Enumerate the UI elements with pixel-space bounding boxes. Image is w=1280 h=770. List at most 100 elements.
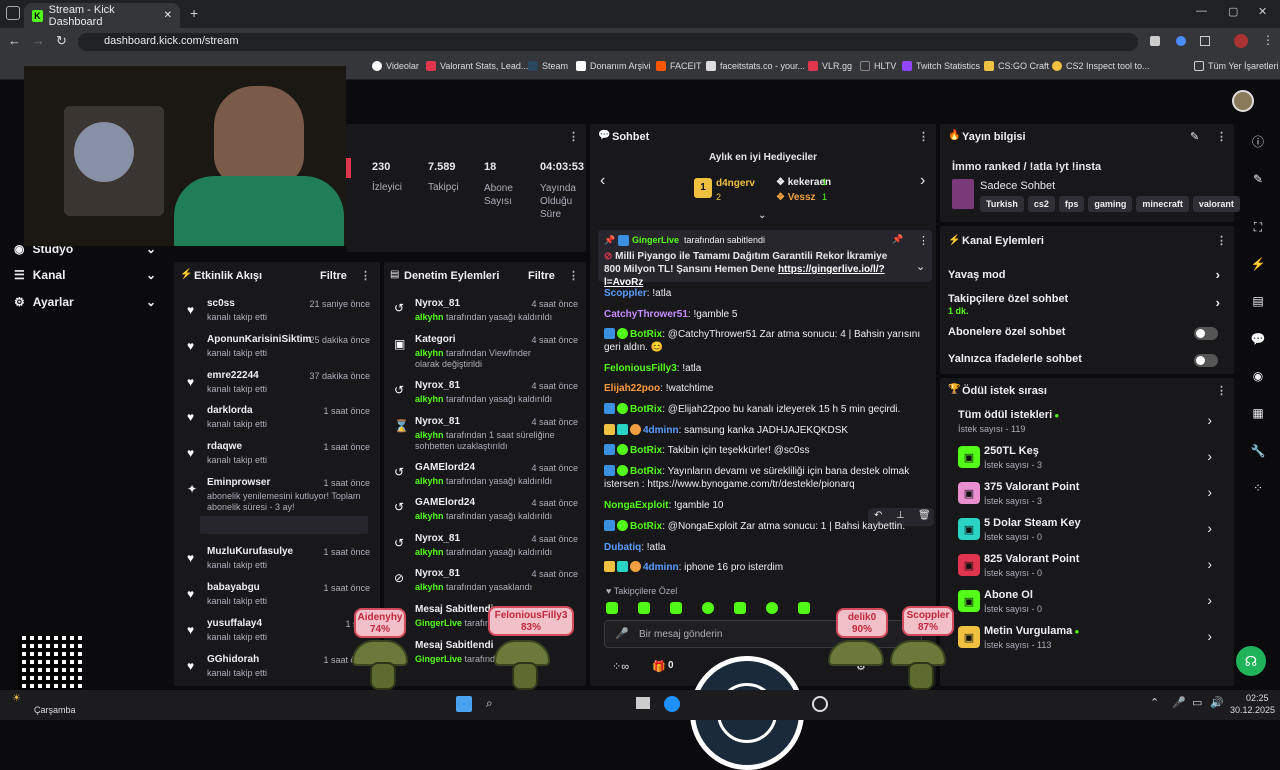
chevron-up-icon[interactable]: ⌃ [1150,696,1159,709]
profile-avatar[interactable] [1234,34,1248,48]
slow-mode-row[interactable]: Yavaş mod › [948,267,1230,283]
browser-menu-icon[interactable]: ⋮ [1262,33,1274,47]
unpin-icon[interactable]: 📌 [892,234,903,245]
support-headset-icon[interactable]: ☊ [1236,646,1266,676]
emote-icon[interactable] [798,602,810,614]
bookmark-item[interactable]: HLTV [860,61,896,71]
tag-language[interactable]: Turkish [980,196,1024,212]
moderation-target[interactable]: Nyrox_81 [415,298,460,309]
activity-user[interactable]: darklorda [207,405,253,416]
clock-time[interactable]: 02:25 [1246,693,1269,703]
infinity-icon[interactable]: ⁘∞ [612,660,629,673]
moderation-filter-button[interactable]: Filtre [528,270,555,282]
moderation-target[interactable]: Nyrox_81 [415,533,460,544]
chat-username[interactable]: NongaExploit [604,500,668,511]
tag[interactable]: fps [1058,196,1085,212]
activity-user[interactable]: emre22244 [207,370,259,381]
reward-item[interactable]: ▣ 250TL Keş İstek sayısı - 3 › [956,442,1220,476]
subs-chat-toggle[interactable] [1194,327,1218,340]
more-icon[interactable]: ⋮ [360,269,371,282]
moderation-target[interactable]: Nyrox_81 [415,568,460,579]
activity-filter-button[interactable]: Filtre [320,270,347,282]
category-name[interactable]: Sadece Sohbet [980,180,1055,192]
chevron-down-icon[interactable]: ⌄ [758,210,766,221]
chat-icon[interactable]: 💬 [1245,326,1271,352]
activity-user[interactable]: Eminprowser [207,477,270,488]
moderator-name[interactable]: GingerLive [415,654,462,664]
more-icon[interactable]: ⋮ [568,269,579,282]
users-icon[interactable]: ⁘ [1245,475,1271,501]
pinned-by-user[interactable]: GingerLive [632,235,679,245]
moderation-target[interactable]: Kategori [415,334,456,345]
emote-icon[interactable] [670,602,682,614]
reward-item[interactable]: ▣ 5 Dolar Steam Key İstek sayısı - 0 › [956,514,1220,548]
chat-username[interactable]: BotRix [630,445,662,456]
activity-user[interactable]: babayabgu [207,582,260,593]
activity-user[interactable]: AponunKarisiniSiktim [207,334,311,345]
broadcast-icon[interactable]: ◉ [1245,363,1271,389]
document-icon[interactable]: ▤ [1245,288,1271,314]
gifter-name[interactable]: d4ngerv [716,178,755,189]
volume-icon[interactable]: 🔊 [1210,696,1224,709]
chevron-down-icon[interactable]: ⌄ [916,260,925,273]
microphone-icon[interactable]: 🎤 [1172,696,1186,709]
moderation-target[interactable]: Nyrox_81 [415,416,460,427]
chat-username[interactable]: BotRix [630,521,662,532]
pencil-icon[interactable]: ✎ [1245,166,1271,192]
bookmark-item[interactable]: Videolar [372,61,419,71]
minimize-button[interactable]: — [1196,5,1207,17]
bookmark-item[interactable]: Valorant Stats, Lead... [426,61,528,71]
moderation-target[interactable]: GAMElord24 [415,462,475,473]
expand-icon[interactable]: ⛶ [1245,214,1271,240]
reward-item[interactable]: ▣ 375 Valorant Point İstek sayısı - 3 › [956,478,1220,512]
grid-icon[interactable]: ▦ [1245,400,1271,426]
bookmark-item[interactable]: CS2 Inspect tool to... [1052,61,1150,71]
user-avatar[interactable] [1232,90,1254,112]
followers-chat-row[interactable]: Takipçilere özel sohbet 1 dk. › [948,293,1230,317]
activity-user[interactable]: GGhidorah [207,654,259,665]
reward-item[interactable]: Tüm ödül istekleri ● İstek sayısı - 119 … [956,406,1220,440]
windows-start-icon[interactable] [456,696,472,712]
bookmark-item[interactable]: Steam [528,61,568,71]
more-icon[interactable]: ⋮ [918,130,929,143]
emote-icon[interactable] [766,602,778,614]
chat-username[interactable]: Dubatiq [604,542,641,553]
window-close-button[interactable]: ✕ [1258,5,1267,18]
moderator-name[interactable]: alkyhn [415,511,444,521]
chat-username[interactable]: 4dminn [643,562,679,573]
tab-search-icon[interactable] [6,6,20,20]
emote-icon[interactable] [702,602,714,614]
bookmark-item[interactable]: Donanım Arşivi [576,61,651,71]
more-icon[interactable]: ⋮ [1216,384,1227,397]
bookmark-item[interactable]: VLR.gg [808,61,852,71]
chevron-right-icon[interactable]: › [920,172,925,190]
activity-user[interactable]: rdaqwe [207,441,242,452]
moderator-name[interactable]: alkyhn [415,582,444,592]
address-bar[interactable]: dashboard.kick.com/stream [78,33,1138,51]
moderator-name[interactable]: alkyhn [415,348,444,358]
reward-item[interactable]: ▣ Abone Ol İstek sayısı - 0 › [956,586,1220,620]
microphone-icon[interactable]: 🎤 [615,627,629,640]
chat-username[interactable]: BotRix [630,329,662,340]
moderation-target[interactable]: GAMElord24 [415,497,475,508]
moderator-name[interactable]: alkyhn [415,394,444,404]
moderation-target[interactable]: Nyrox_81 [415,380,460,391]
moderator-name[interactable]: alkyhn [415,312,444,322]
maximize-button[interactable]: ▢ [1228,5,1238,18]
tag[interactable]: minecraft [1136,196,1189,212]
moderation-target[interactable]: Mesaj Sabitlendi [415,604,493,615]
sidebar-item-settings[interactable]: ⚙ Ayarlar ⌄ [14,295,156,309]
chat-username[interactable]: Scoppler [604,288,647,299]
moderation-target[interactable]: Mesaj Sabitlendi [415,640,493,651]
bolt-icon[interactable]: ⚡ [1245,251,1271,277]
moderator-name[interactable]: GingerLive [415,618,462,628]
tag[interactable]: cs2 [1027,196,1055,212]
chat-username[interactable]: FeloniousFilly3 [604,363,677,374]
emote-icon[interactable] [734,602,746,614]
moderator-name[interactable]: alkyhn [415,476,444,486]
bookmark-item[interactable]: Twitch Statistics [902,61,980,71]
more-icon[interactable]: ⋮ [918,234,929,247]
emote-icon[interactable] [606,602,618,614]
sidebar-item-channel[interactable]: ☰ Kanal ⌄ [14,268,156,282]
more-icon[interactable]: ⋮ [1216,234,1227,247]
